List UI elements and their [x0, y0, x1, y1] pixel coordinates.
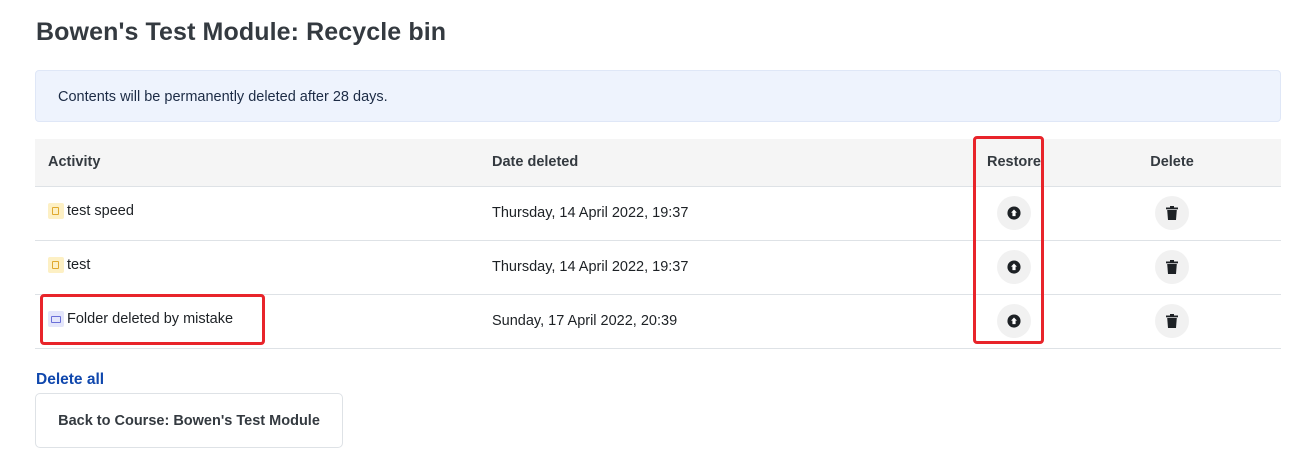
page-icon [48, 203, 64, 219]
trash-icon [1166, 314, 1178, 328]
recycle-bin-page: Bowen's Test Module: Recycle bin Content… [0, 0, 1300, 453]
table-row: test speed Thursday, 14 April 2022, 19:3… [35, 186, 1281, 241]
restore-cell [965, 240, 1063, 295]
delete-button[interactable] [1155, 304, 1189, 338]
date-deleted-cell: Thursday, 14 April 2022, 19:37 [490, 186, 965, 241]
retention-notice-text: Contents will be permanently deleted aft… [58, 89, 388, 105]
arrow-circle-up-icon [1007, 314, 1021, 328]
trash-icon [1166, 260, 1178, 274]
restore-cell [965, 294, 1063, 349]
arrow-circle-up-icon [1007, 260, 1021, 274]
column-header-date-deleted: Date deleted [490, 139, 965, 187]
delete-cell [1063, 294, 1281, 349]
activity-cell: test [35, 240, 490, 295]
restore-button[interactable] [997, 304, 1031, 338]
recycle-bin-table: Activity Date deleted Restore Delete tes… [35, 139, 1281, 349]
table-row: test Thursday, 14 April 2022, 19:37 [35, 240, 1281, 295]
trash-icon [1166, 206, 1178, 220]
restore-button[interactable] [997, 196, 1031, 230]
page-icon [48, 257, 64, 273]
activity-name: test [67, 257, 91, 273]
back-to-course-button[interactable]: Back to Course: Bowen's Test Module [35, 393, 343, 448]
column-header-restore: Restore [965, 139, 1063, 187]
page-title: Bowen's Test Module: Recycle bin [36, 18, 447, 46]
date-deleted-cell: Thursday, 14 April 2022, 19:37 [490, 240, 965, 295]
arrow-circle-up-icon [1007, 206, 1021, 220]
activity-name: test speed [67, 203, 134, 219]
delete-cell [1063, 240, 1281, 295]
recycle-bin-table-wrapper: Activity Date deleted Restore Delete tes… [35, 139, 1281, 349]
activity-cell: Folder deleted by mistake [35, 294, 490, 349]
activity-cell: test speed [35, 186, 490, 241]
column-header-delete: Delete [1063, 139, 1281, 187]
column-header-activity: Activity [35, 139, 490, 187]
activity-name: Folder deleted by mistake [67, 311, 234, 327]
delete-button[interactable] [1155, 196, 1189, 230]
retention-notice: Contents will be permanently deleted aft… [35, 70, 1281, 122]
table-header-row: Activity Date deleted Restore Delete [35, 139, 1281, 187]
date-deleted-cell: Sunday, 17 April 2022, 20:39 [490, 294, 965, 349]
restore-button[interactable] [997, 250, 1031, 284]
delete-all-link[interactable]: Delete all [36, 371, 104, 389]
table-row: Folder deleted by mistake Sunday, 17 Apr… [35, 294, 1281, 349]
delete-cell [1063, 186, 1281, 241]
restore-cell [965, 186, 1063, 241]
folder-icon [48, 311, 64, 327]
delete-button[interactable] [1155, 250, 1189, 284]
